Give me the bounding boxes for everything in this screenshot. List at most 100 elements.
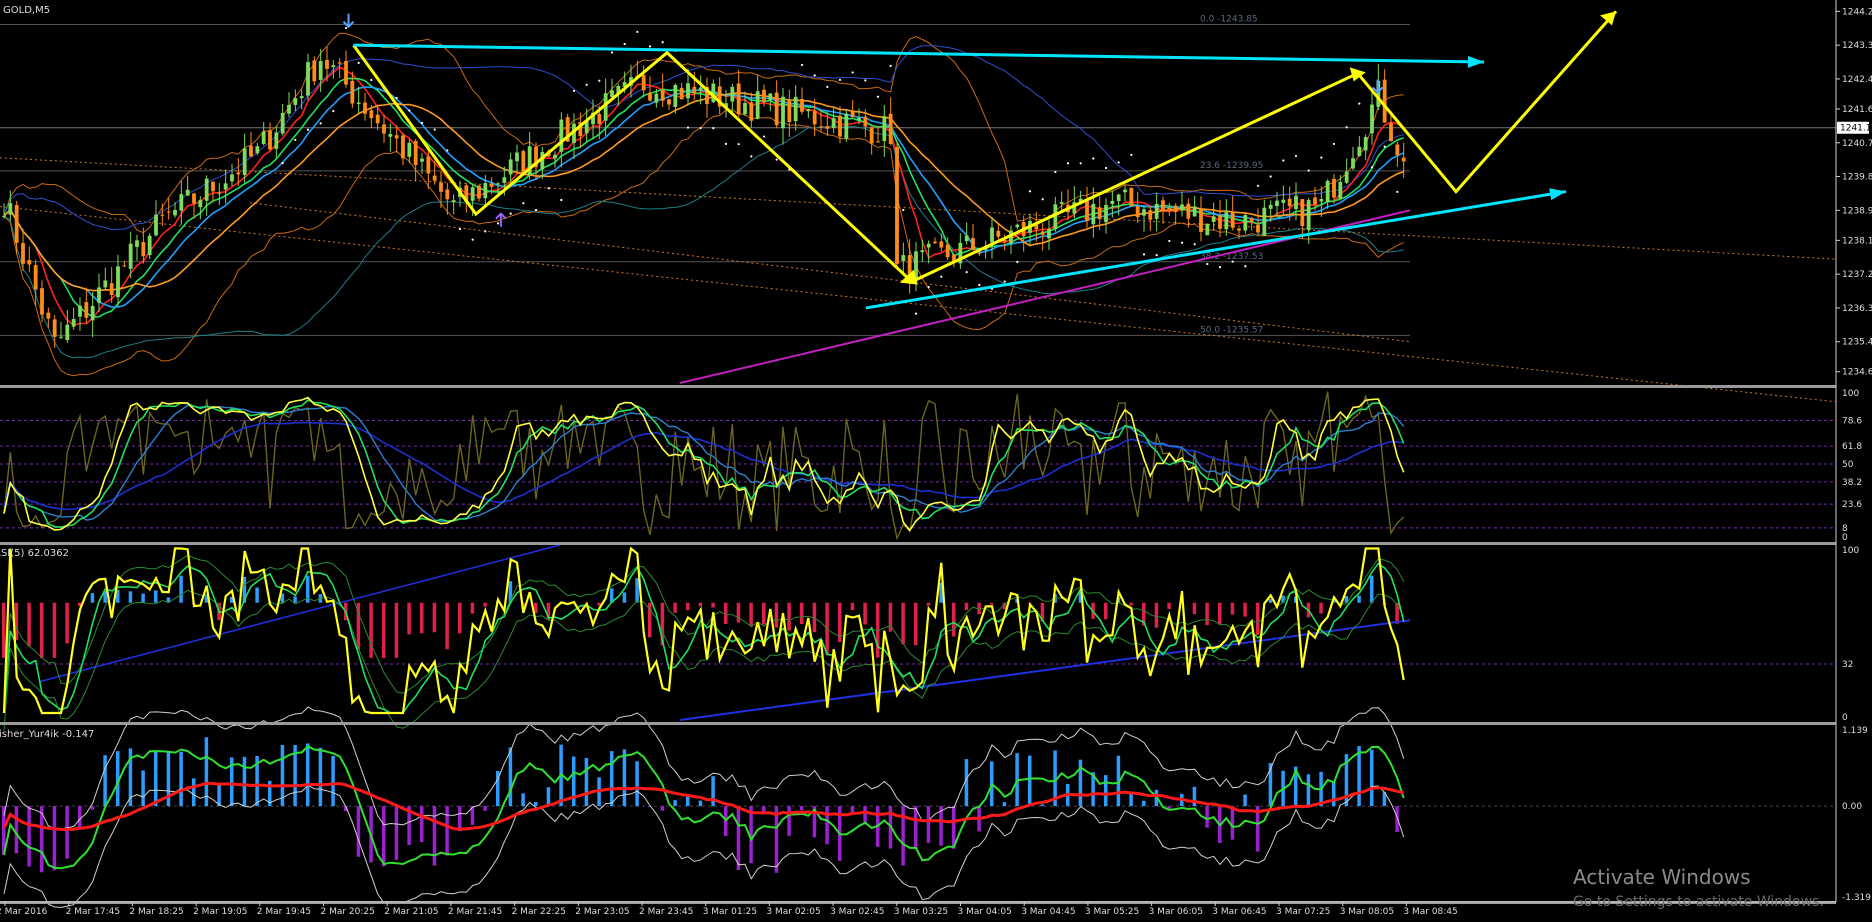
rsi-histogram-bar [432,602,437,633]
candle-body [863,116,868,127]
time-tick-label: 2 Mar 17:45 [66,907,120,917]
fisher-histogram-bar [382,806,386,867]
candle-body [46,312,51,319]
sar-dot [332,110,335,113]
candle-body [2,215,6,217]
rsi-histogram-bar [458,602,462,634]
candle-body [249,145,253,157]
sar-dot [370,78,373,82]
rsi-histogram-bar [964,602,969,611]
candle-body [420,158,424,162]
fisher-histogram-bar [1104,775,1108,807]
fisher-histogram-bar [1230,806,1235,840]
fisher-histogram-bar [1205,806,1209,828]
candle-body [1110,200,1115,204]
candle-body [882,116,887,141]
fisher-histogram-bar [306,743,310,807]
candle-body [1319,199,1324,202]
sar-dot [889,64,892,68]
sar-dot [762,135,766,138]
fisher-histogram-bar [14,806,19,854]
candle-body [1085,200,1089,221]
axis-tick-label: 1238.9 [1842,206,1872,216]
sar-dot [1370,166,1374,169]
candle-body [1275,200,1279,207]
candle-body [97,287,101,303]
candle-body [1281,199,1286,203]
axis-tick-label: 1238.1 [1842,236,1872,246]
rsi-histogram-bar [952,602,956,637]
sar-dot [1092,157,1095,160]
candle-body [1294,195,1298,210]
fisher-histogram-bar [584,757,589,807]
sar-dot [699,126,702,130]
axis-tick-label: 1239.8 [1842,173,1872,183]
fisher-histogram-bar [1332,781,1336,807]
rsi-histogram-bar [1192,602,1197,615]
candle-body [648,92,652,101]
candle-body [71,319,76,327]
candle-body [945,244,950,258]
axis-tick-label: 0 [1842,713,1848,723]
candle-body [920,250,925,253]
sar-dot [1396,190,1399,193]
axis-tick-label: 1235.4 [1842,338,1872,348]
candle-body [103,280,108,288]
rsi-histogram-bar [736,602,741,623]
sar-dot [902,208,905,212]
candle-body [667,99,671,105]
candle-body [287,104,291,114]
time-tick-label: 3 Mar 06:05 [1149,907,1203,917]
fisher-histogram-bar [483,806,487,811]
fisher-histogram-bar [660,806,665,811]
candle-body [363,102,367,114]
candle-body [274,132,279,149]
candle-body [1389,123,1393,142]
sar-dot [496,222,500,225]
sar-dot [547,187,550,190]
candle-body [939,241,944,248]
sar-dot [826,85,829,88]
candle-body [211,181,215,192]
candle-body [869,127,874,144]
sar-dot [1142,253,1146,256]
rsi-histogram-bar [863,602,867,625]
rsi-histogram-bar [483,602,487,607]
candle-body [350,80,355,104]
rsi-histogram-bar [698,602,703,607]
candle-body [838,115,842,137]
price-chart[interactable]: 0.0 -1243.8523.6 -1239.9538.2 -1237.5350… [0,0,1872,922]
candle-body [154,214,158,236]
time-tick-label: 3 Mar 03:25 [894,907,948,917]
candle-body [65,324,70,341]
candle-body [14,205,19,243]
sar-dot [965,271,968,274]
fisher-histogram-bar [1002,802,1007,807]
candle-body [413,141,418,166]
axis-tick-label: 1237.2 [1842,270,1872,280]
candle-body [768,93,773,101]
candle-body [401,135,405,159]
sar-dot [446,149,449,152]
axis-tick-label: -1.319 [1842,893,1871,903]
axis-tick-label: 0.00 [1842,802,1862,812]
sar-dot [458,228,462,231]
candle-body [1015,224,1020,228]
rsi-histogram-bar [293,596,297,603]
fisher-histogram-bar [774,806,779,873]
candle-body [926,243,931,248]
fisher-histogram-bar [179,751,183,807]
candle-body [774,92,779,126]
fisher-histogram-bar [242,756,247,807]
sar-dot [1307,169,1310,172]
sar-dot [420,121,424,125]
rsi-histogram-bar [255,587,259,603]
sar-dot [433,128,436,131]
candle-body [198,200,203,208]
axis-tick-label: 1.139 [1842,726,1868,736]
time-tick-label: 2 Mar 2016 [0,907,48,917]
sar-dot [712,126,715,130]
fisher-histogram-bar [78,806,82,828]
time-tick-label: 2 Mar 19:45 [257,907,311,917]
candle-body [1262,207,1267,236]
